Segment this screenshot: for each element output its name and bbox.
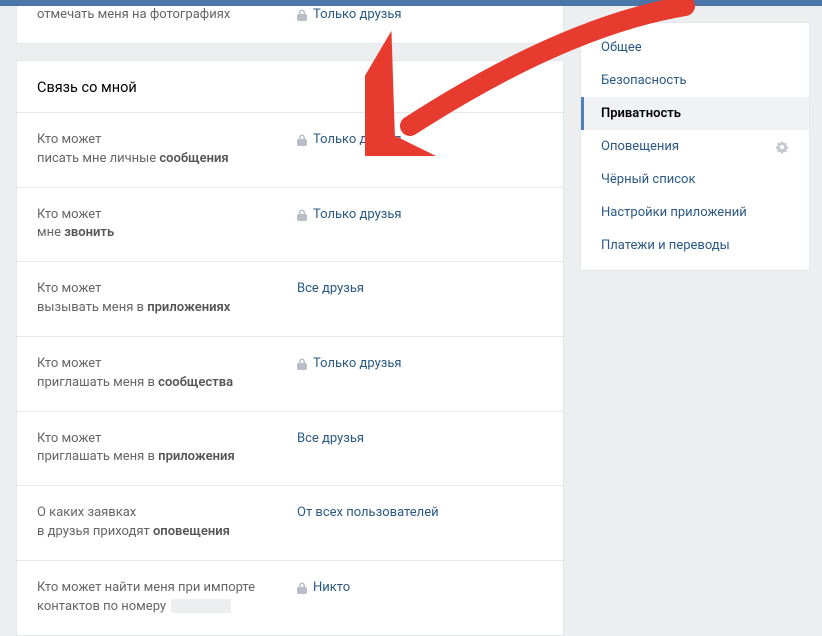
- setting-value-text: От всех пользователей: [297, 504, 439, 523]
- setting-label-line2: отмечать меня на фотографиях: [37, 7, 230, 22]
- contact-section-card: Связь со мной Кто можетписать мне личные…: [16, 60, 564, 636]
- sidebar-item-label: Безопасность: [601, 73, 687, 88]
- sidebar-item-4[interactable]: Чёрный список: [581, 163, 809, 196]
- setting-label: Кто может найти меня при импортеконтакто…: [37, 579, 297, 617]
- setting-value[interactable]: Только друзья: [297, 6, 402, 25]
- section-title: Связь со мной: [17, 61, 563, 112]
- setting-label-line2: приглашать меня в сообщества: [37, 374, 297, 393]
- setting-label: О каких заявкахв друзья приходят оповеще…: [37, 504, 297, 542]
- setting-row: отмечать меня на фотографиях Только друз…: [17, 6, 563, 43]
- setting-label-line1: Кто может: [37, 430, 297, 449]
- side-column: Общее Безопасность Приватность Оповещения Чё…: [580, 6, 810, 636]
- setting-value-text: Никто: [313, 579, 350, 598]
- sidebar-item-5[interactable]: Настройки приложений: [581, 196, 809, 229]
- prev-section-card: отмечать меня на фотографиях Только друз…: [16, 6, 564, 44]
- setting-value[interactable]: Никто: [297, 579, 350, 598]
- sidebar-item-label: Оповещения: [601, 139, 679, 154]
- sidebar-item-0[interactable]: Общее: [581, 31, 809, 64]
- setting-row: О каких заявкахв друзья приходят оповеще…: [17, 485, 563, 560]
- settings-nav: Общее Безопасность Приватность Оповещения Чё…: [580, 22, 810, 271]
- sidebar-item-label: Приватность: [601, 106, 681, 121]
- setting-row: Кто можетписать мне личные сообщения Толь…: [17, 112, 563, 187]
- lock-icon: [297, 582, 307, 594]
- setting-label: Кто можетвызывать меня в приложениях: [37, 280, 297, 318]
- setting-value[interactable]: Только друзья: [297, 131, 402, 150]
- setting-label-line1: Кто может: [37, 206, 297, 225]
- setting-label-line2: в друзья приходят оповещения: [37, 523, 297, 542]
- setting-row: Кто можетвызывать меня в приложенияхВсе …: [17, 261, 563, 336]
- setting-label: Кто можетписать мне личные сообщения: [37, 131, 297, 169]
- setting-label-line2: писать мне личные сообщения: [37, 150, 297, 169]
- setting-value-text: Только друзья: [313, 6, 402, 25]
- setting-value-text: Все друзья: [297, 430, 364, 449]
- phone-redacted: [171, 599, 231, 613]
- setting-row: Кто можетприглашать меня в сообщества Тол…: [17, 336, 563, 411]
- setting-label-line2: мне звонить: [37, 224, 297, 243]
- setting-value[interactable]: Только друзья: [297, 355, 402, 374]
- setting-value[interactable]: Только друзья: [297, 206, 402, 225]
- setting-label-line2: приглашать меня в приложения: [37, 448, 297, 467]
- lock-icon: [297, 358, 307, 370]
- setting-label-line2: контактов по номеру: [37, 598, 297, 617]
- setting-row: Кто можетмне звонить Только друзья: [17, 187, 563, 262]
- layout: отмечать меня на фотографиях Только друз…: [0, 6, 822, 636]
- setting-value[interactable]: Все друзья: [297, 280, 364, 299]
- setting-label-line2: вызывать меня в приложениях: [37, 299, 297, 318]
- setting-value-text: Только друзья: [313, 355, 402, 374]
- setting-label-line1: Кто может: [37, 131, 297, 150]
- setting-value-text: Только друзья: [313, 206, 402, 225]
- setting-label-line1: Кто может: [37, 280, 297, 299]
- sidebar-item-1[interactable]: Безопасность: [581, 64, 809, 97]
- sidebar-item-2[interactable]: Приватность: [581, 97, 809, 130]
- sidebar-item-label: Настройки приложений: [601, 205, 747, 220]
- setting-row: Кто может найти меня при импортеконтакто…: [17, 560, 563, 635]
- sidebar-item-label: Платежи и переводы: [601, 238, 730, 253]
- gear-icon: [775, 140, 789, 154]
- setting-value-text: Все друзья: [297, 280, 364, 299]
- setting-label: Кто можетприглашать меня в приложения: [37, 430, 297, 468]
- setting-label: отмечать меня на фотографиях: [37, 6, 297, 25]
- sidebar-item-6[interactable]: Платежи и переводы: [581, 229, 809, 262]
- sidebar-item-3[interactable]: Оповещения: [581, 130, 809, 163]
- setting-label-line1: О каких заявках: [37, 504, 297, 523]
- setting-row: Кто можетприглашать меня в приложенияВсе…: [17, 411, 563, 486]
- setting-value[interactable]: От всех пользователей: [297, 504, 439, 523]
- setting-value-text: Только друзья: [313, 131, 402, 150]
- lock-icon: [297, 9, 307, 21]
- setting-value[interactable]: Все друзья: [297, 430, 364, 449]
- setting-label: Кто можетприглашать меня в сообщества: [37, 355, 297, 393]
- sidebar-item-label: Общее: [601, 40, 642, 55]
- sidebar-item-label: Чёрный список: [601, 172, 695, 187]
- main-column: отмечать меня на фотографиях Только друз…: [16, 6, 564, 636]
- lock-icon: [297, 209, 307, 221]
- lock-icon: [297, 134, 307, 146]
- setting-label: Кто можетмне звонить: [37, 206, 297, 244]
- setting-label-line1: Кто может: [37, 355, 297, 374]
- setting-label-line1: Кто может найти меня при импорте: [37, 579, 297, 598]
